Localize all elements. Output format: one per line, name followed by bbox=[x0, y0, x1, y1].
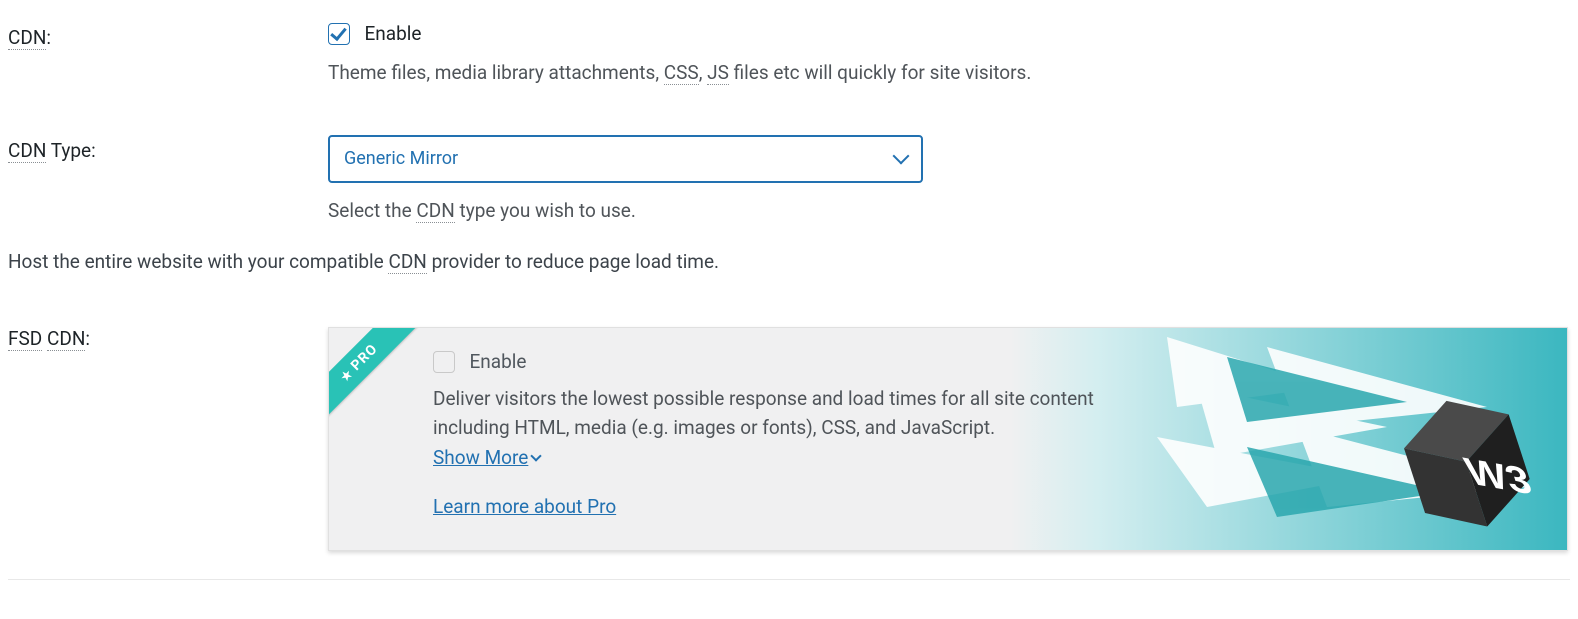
cdn-enable-checkbox[interactable] bbox=[328, 23, 350, 45]
fsd-enable-checkbox bbox=[433, 351, 455, 373]
label-fsd-cdn: FSD CDN: bbox=[8, 313, 328, 350]
chevron-down-icon bbox=[895, 155, 907, 163]
divider bbox=[8, 579, 1570, 580]
cdn-type-desc-post: type you wish to use. bbox=[455, 199, 636, 222]
show-more-link[interactable]: Show More bbox=[433, 446, 540, 469]
field-fsd-cdn: PRO bbox=[328, 313, 1570, 551]
field-cdn: Enable Theme files, media library attach… bbox=[328, 8, 1570, 87]
cdn-type-desc-pre: Select the bbox=[328, 199, 416, 222]
cdn-enable-label[interactable]: Enable bbox=[364, 22, 421, 45]
abbr-fsd: FSD bbox=[8, 327, 42, 351]
abbr-cdn-desc: CDN bbox=[416, 199, 454, 223]
abbr-section-cdn: CDN bbox=[388, 250, 426, 274]
chevron-down-icon bbox=[531, 450, 542, 461]
abbr-fsd-cdn: CDN bbox=[47, 327, 85, 351]
show-more-text: Show More bbox=[433, 446, 528, 469]
row-cdn: CDN: Enable Theme files, media library a… bbox=[8, 8, 1570, 87]
section-description: Host the entire website with your compat… bbox=[8, 250, 1570, 273]
learn-more-row: Learn more about Pro bbox=[433, 495, 1167, 518]
pro-content: Enable Deliver visitors the lowest possi… bbox=[329, 328, 1567, 542]
label-fsd-suffix: : bbox=[85, 327, 90, 350]
abbr-cdn-type: CDN bbox=[8, 139, 46, 163]
fsd-description: Deliver visitors the lowest possible res… bbox=[433, 385, 1133, 442]
label-cdn-type: CDN Type: bbox=[8, 121, 328, 162]
cdn-type-select[interactable]: Generic Mirror bbox=[328, 135, 923, 183]
fsd-enable-label: Enable bbox=[469, 350, 526, 373]
cdn-desc-post: files etc will quickly for site visitors… bbox=[729, 61, 1031, 84]
cdn-desc-pre: Theme files, media library attachments, bbox=[328, 61, 664, 84]
section-pre: Host the entire website with your compat… bbox=[8, 250, 388, 273]
row-cdn-type: CDN Type: Generic Mirror Select the CDN … bbox=[8, 121, 1570, 225]
abbr-cdn: CDN bbox=[8, 26, 46, 50]
label-cdn: CDN: bbox=[8, 8, 328, 49]
abbr-css: CSS bbox=[664, 61, 699, 85]
learn-more-link[interactable]: Learn more about Pro bbox=[433, 495, 616, 518]
field-cdn-type: Generic Mirror Select the CDN type you w… bbox=[328, 121, 1570, 225]
label-cdn-type-suffix: Type: bbox=[46, 139, 95, 162]
show-more-row: Show More bbox=[433, 446, 1167, 469]
cdn-type-selected: Generic Mirror bbox=[344, 148, 458, 169]
label-cdn-suffix: : bbox=[46, 26, 51, 49]
pro-panel: PRO bbox=[328, 327, 1568, 551]
cdn-sep1: , bbox=[699, 61, 707, 84]
cdn-description: Theme files, media library attachments, … bbox=[328, 59, 1570, 87]
row-fsd-cdn: FSD CDN: PRO bbox=[8, 313, 1570, 551]
cdn-type-description: Select the CDN type you wish to use. bbox=[328, 197, 1570, 225]
abbr-js: JS bbox=[707, 61, 729, 85]
section-post: provider to reduce page load time. bbox=[427, 250, 719, 273]
